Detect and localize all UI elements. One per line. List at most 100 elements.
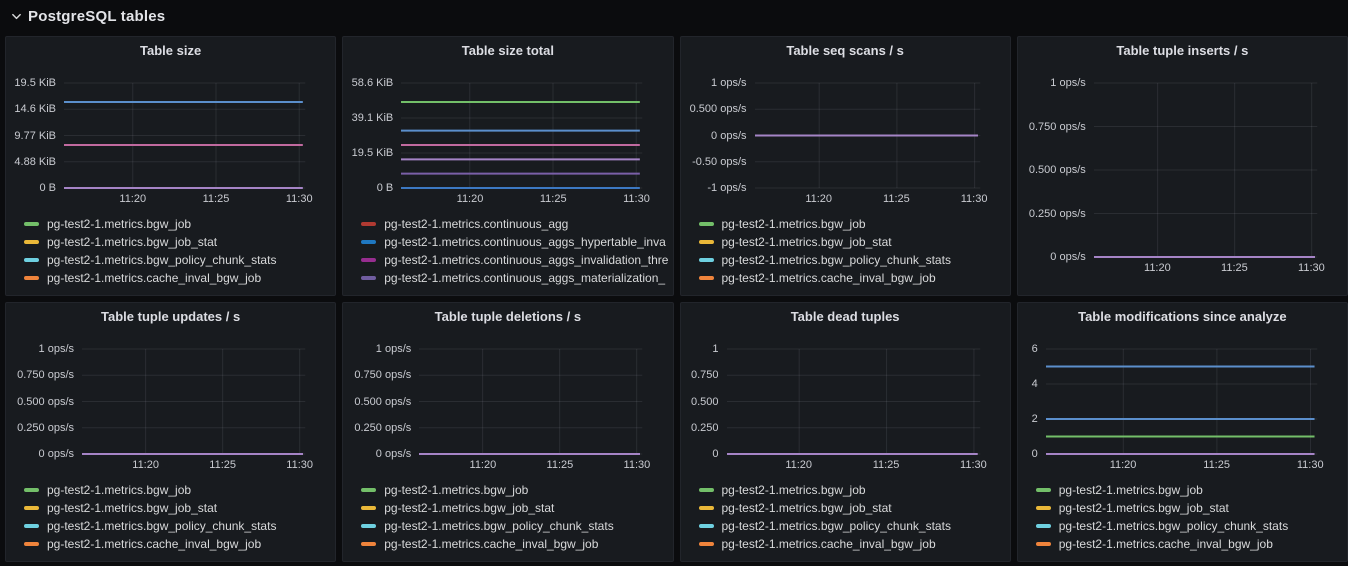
legend-item[interactable]: pg-test2-1.metrics.bgw_job_stat — [24, 233, 331, 251]
x-tick-label: 11:30 — [1297, 459, 1324, 471]
x-tick-label: 11:20 — [785, 459, 812, 471]
legend-item[interactable]: pg-test2-1.metrics.bgw_job — [1036, 481, 1343, 499]
legend-label: pg-test2-1.metrics.bgw_policy_chunk_stat… — [47, 519, 276, 533]
legend-item[interactable]: pg-test2-1.metrics.bgw_job — [699, 215, 1006, 233]
legend-item[interactable]: pg-test2-1.metrics.continuous_agg — [361, 215, 668, 233]
plot-area: 11:2011:2511:30 — [755, 83, 980, 188]
y-tick-label: 1 ops/s — [711, 77, 746, 89]
y-tick-label: 0.500 ops/s — [690, 103, 747, 115]
panel-title[interactable]: Table seq scans / s — [681, 37, 1010, 65]
y-tick-label: 0 ops/s — [376, 448, 411, 460]
legend-swatch — [699, 524, 714, 528]
legend-item[interactable]: pg-test2-1.metrics.continuous_aggs_mater… — [361, 269, 668, 287]
legend-label: pg-test2-1.metrics.cache_inval_bgw_job — [722, 271, 936, 285]
x-tick-label: 11:30 — [961, 193, 988, 205]
plot-area: 11:2011:2511:30 — [64, 83, 305, 188]
panel-title[interactable]: Table size total — [343, 37, 672, 65]
legend-item[interactable]: pg-test2-1.metrics.cache_inval_bgw_job — [361, 535, 668, 553]
y-tick-label: -0.50 ops/s — [692, 156, 746, 168]
x-axis: 11:2011:2511:30 — [1046, 454, 1317, 472]
y-tick-label: 1 ops/s — [1050, 77, 1085, 89]
legend-item[interactable]: pg-test2-1.metrics.bgw_job — [24, 481, 331, 499]
legend-item[interactable]: pg-test2-1.metrics.bgw_job_stat — [24, 499, 331, 517]
legend-item[interactable]: pg-test2-1.metrics.bgw_job_stat — [699, 233, 1006, 251]
legend-swatch — [24, 506, 39, 510]
y-tick-label: 1 — [712, 343, 718, 355]
legend-swatch — [361, 276, 376, 280]
panel: Table tuple updates / s 1 ops/s0.750 ops… — [5, 302, 336, 562]
panel: Table seq scans / s 1 ops/s0.500 ops/s0 … — [680, 36, 1011, 296]
legend-item[interactable]: pg-test2-1.metrics.bgw_policy_chunk_stat… — [24, 517, 331, 535]
plot-svg — [1094, 83, 1317, 257]
legend-label: pg-test2-1.metrics.cache_inval_bgw_job — [722, 537, 936, 551]
legend-label: pg-test2-1.metrics.bgw_job_stat — [384, 501, 554, 515]
legend-item[interactable]: pg-test2-1.metrics.bgw_policy_chunk_stat… — [24, 251, 331, 269]
legend-label: pg-test2-1.metrics.cache_inval_bgw_job — [384, 537, 598, 551]
legend-swatch — [699, 488, 714, 492]
legend-item[interactable]: pg-test2-1.metrics.cache_inval_bgw_job — [699, 535, 1006, 553]
legend-label: pg-test2-1.metrics.bgw_job — [47, 217, 191, 231]
x-tick-label: 11:25 — [873, 459, 900, 471]
legend: pg-test2-1.metrics.bgw_job pg-test2-1.met… — [361, 481, 668, 553]
panel-title[interactable]: Table tuple inserts / s — [1018, 37, 1347, 65]
legend-item[interactable]: pg-test2-1.metrics.bgw_job — [361, 481, 668, 499]
legend-item[interactable]: pg-test2-1.metrics.continuous_aggs_hyper… — [361, 233, 668, 251]
legend-item[interactable]: pg-test2-1.metrics.bgw_job_stat — [1036, 499, 1343, 517]
panel-title[interactable]: Table tuple updates / s — [6, 303, 335, 331]
panel-title[interactable]: Table size — [6, 37, 335, 65]
y-axis: 1 ops/s0.750 ops/s0.500 ops/s0.250 ops/s… — [1024, 83, 1094, 257]
y-tick-label: 9.77 KiB — [14, 130, 56, 142]
legend-item[interactable]: pg-test2-1.metrics.cache_inval_bgw_job — [1036, 535, 1343, 553]
y-tick-label: 0.500 ops/s — [1029, 164, 1086, 176]
legend-item[interactable]: pg-test2-1.metrics.cache_inval_bgw_job — [699, 269, 1006, 287]
legend-item[interactable]: pg-test2-1.metrics.bgw_job_stat — [699, 499, 1006, 517]
x-tick-label: 11:25 — [1203, 459, 1230, 471]
plot-svg — [1046, 349, 1317, 454]
panel-title[interactable]: Table tuple deletions / s — [343, 303, 672, 331]
x-axis: 11:2011:2511:30 — [727, 454, 980, 472]
y-tick-label: 39.1 KiB — [352, 112, 394, 124]
panel: Table tuple inserts / s 1 ops/s0.750 ops… — [1017, 36, 1348, 296]
legend-item[interactable]: pg-test2-1.metrics.cache_inval_bgw_job — [24, 269, 331, 287]
legend-swatch — [699, 240, 714, 244]
legend-swatch — [361, 524, 376, 528]
chart: 19.5 KiB14.6 KiB9.77 KiB4.88 KiB0 B 11:2… — [12, 83, 305, 188]
panel-title[interactable]: Table modifications since analyze — [1018, 303, 1347, 331]
y-tick-label: 0.500 ops/s — [354, 396, 411, 408]
legend-label: pg-test2-1.metrics.bgw_job_stat — [47, 501, 217, 515]
legend-item[interactable]: pg-test2-1.metrics.bgw_policy_chunk_stat… — [699, 251, 1006, 269]
legend-item[interactable]: pg-test2-1.metrics.bgw_policy_chunk_stat… — [361, 517, 668, 535]
legend-label: pg-test2-1.metrics.bgw_job — [384, 483, 528, 497]
legend-item[interactable]: pg-test2-1.metrics.bgw_job — [24, 215, 331, 233]
panel: Table dead tuples 10.7500.5000.2500 11:2… — [680, 302, 1011, 562]
legend-item[interactable]: pg-test2-1.metrics.bgw_policy_chunk_stat… — [699, 517, 1006, 535]
legend-label: pg-test2-1.metrics.bgw_policy_chunk_stat… — [384, 519, 613, 533]
x-tick-label: 11:20 — [805, 193, 832, 205]
legend-swatch — [1036, 542, 1051, 546]
plot-svg — [419, 349, 642, 454]
legend-item[interactable]: pg-test2-1.metrics.bgw_job — [699, 481, 1006, 499]
legend-item[interactable]: pg-test2-1.metrics.continuous_aggs_inval… — [361, 251, 668, 269]
legend-label: pg-test2-1.metrics.bgw_job — [47, 483, 191, 497]
plot-svg — [727, 349, 980, 454]
legend-label: pg-test2-1.metrics.bgw_policy_chunk_stat… — [47, 253, 276, 267]
x-tick-label: 11:25 — [1221, 262, 1248, 274]
row-collapse-toggle[interactable]: PostgreSQL tables — [0, 0, 1348, 32]
legend-item[interactable]: pg-test2-1.metrics.cache_inval_bgw_job — [24, 535, 331, 553]
y-tick-label: 0.750 — [691, 369, 719, 381]
chart: 58.6 KiB39.1 KiB19.5 KiB0 B 11:2011:2511… — [349, 83, 642, 188]
y-tick-label: 0.250 ops/s — [354, 422, 411, 434]
legend-item[interactable]: pg-test2-1.metrics.bgw_job_stat — [361, 499, 668, 517]
x-axis: 11:2011:2511:30 — [419, 454, 642, 472]
x-axis: 11:2011:2511:30 — [1094, 257, 1317, 275]
x-tick-label: 11:30 — [960, 459, 987, 471]
legend-label: pg-test2-1.metrics.bgw_job — [722, 483, 866, 497]
y-tick-label: 0 ops/s — [39, 448, 74, 460]
x-tick-label: 11:30 — [1298, 262, 1325, 274]
x-tick-label: 11:30 — [286, 193, 313, 205]
legend-item[interactable]: pg-test2-1.metrics.bgw_policy_chunk_stat… — [1036, 517, 1343, 535]
panel-title[interactable]: Table dead tuples — [681, 303, 1010, 331]
legend-label: pg-test2-1.metrics.bgw_job_stat — [47, 235, 217, 249]
legend-label: pg-test2-1.metrics.continuous_aggs_hyper… — [384, 235, 666, 249]
legend-swatch — [24, 488, 39, 492]
